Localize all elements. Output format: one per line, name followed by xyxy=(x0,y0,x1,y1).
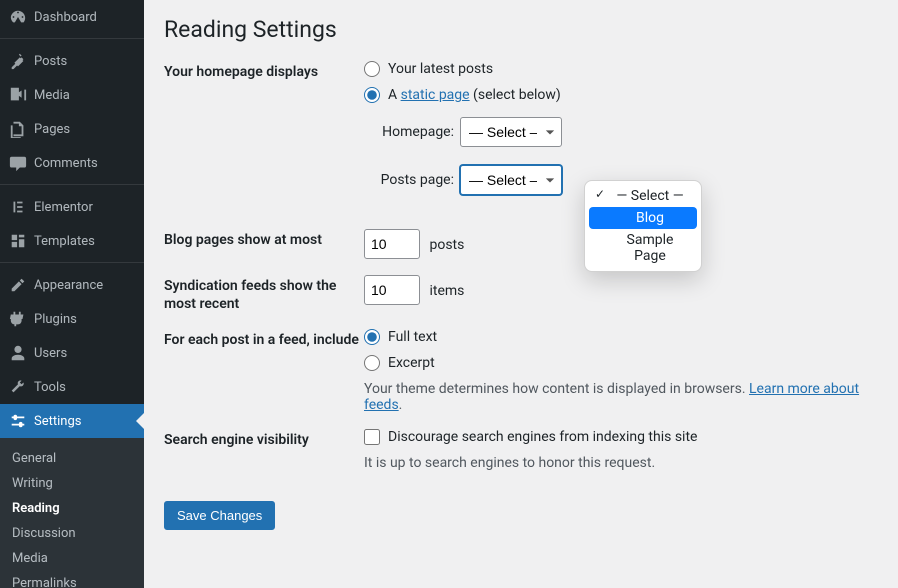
settings-icon xyxy=(8,411,28,431)
admin-sidebar: Dashboard Posts Media Pages Comments Elemento… xyxy=(0,0,144,588)
sidebar-label: Templates xyxy=(34,234,95,249)
sidebar-item-elementor[interactable]: Elementor xyxy=(0,190,144,224)
radio-static-page[interactable] xyxy=(364,87,380,103)
label-static-page: A static page (select below) xyxy=(388,87,561,103)
label-latest-posts: Your latest posts xyxy=(388,61,493,77)
label-full-text: Full text xyxy=(388,329,437,345)
comments-icon xyxy=(8,153,28,173)
sidebar-item-dashboard[interactable]: Dashboard xyxy=(0,0,144,34)
sidebar-item-comments[interactable]: Comments xyxy=(0,146,144,180)
pin-icon xyxy=(8,51,28,71)
sidebar-label: Comments xyxy=(34,156,98,171)
sidebar-label: Settings xyxy=(34,414,81,429)
static-page-link[interactable]: static page xyxy=(401,87,470,103)
sidebar-item-appearance[interactable]: Appearance xyxy=(0,268,144,302)
sidebar-item-settings[interactable]: Settings xyxy=(0,404,144,438)
posts-page-dropdown: — Select —BlogSample Page xyxy=(584,180,702,272)
sidebar-label: Appearance xyxy=(34,278,103,293)
save-changes-button[interactable]: Save Changes xyxy=(164,501,275,530)
page-title: Reading Settings xyxy=(164,16,878,43)
plugins-icon xyxy=(8,309,28,329)
desc-feed-theme: Your theme determines how content is dis… xyxy=(364,381,878,413)
radio-latest-posts[interactable] xyxy=(364,61,380,77)
sidebar-label: Elementor xyxy=(34,200,93,215)
submenu-item-permalinks[interactable]: Permalinks xyxy=(0,571,144,588)
input-blog-pages[interactable] xyxy=(364,229,420,259)
sidebar-item-tools[interactable]: Tools xyxy=(0,370,144,404)
submenu-item-media[interactable]: Media xyxy=(0,546,144,571)
sidebar-label: Plugins xyxy=(34,312,77,327)
sidebar-item-pages[interactable]: Pages xyxy=(0,112,144,146)
submenu-item-general[interactable]: General xyxy=(0,446,144,471)
label-discourage-search: Discourage search engines from indexing … xyxy=(388,429,697,445)
appearance-icon xyxy=(8,275,28,295)
submenu-item-discussion[interactable]: Discussion xyxy=(0,521,144,546)
sidebar-item-posts[interactable]: Posts xyxy=(0,44,144,78)
checkbox-discourage-search[interactable] xyxy=(364,429,380,445)
tools-icon xyxy=(8,377,28,397)
desc-search-honor: It is up to search engines to honor this… xyxy=(364,455,878,471)
dashboard-icon xyxy=(8,7,28,27)
select-homepage[interactable]: — Select — xyxy=(460,117,562,147)
dropdown-option-sample-page[interactable]: Sample Page xyxy=(589,229,697,267)
submenu-item-writing[interactable]: Writing xyxy=(0,471,144,496)
suffix-posts: posts xyxy=(429,237,464,253)
sidebar-item-users[interactable]: Users xyxy=(0,336,144,370)
pages-icon xyxy=(8,119,28,139)
sidebar-label: Users xyxy=(34,346,67,361)
sidebar-label: Dashboard xyxy=(34,10,97,25)
label-syndication: Syndication feeds show the most recent xyxy=(164,275,364,313)
templates-icon xyxy=(8,231,28,251)
submenu-item-reading[interactable]: Reading xyxy=(0,496,144,521)
settings-submenu: GeneralWritingReadingDiscussionMediaPerm… xyxy=(0,438,144,588)
label-homepage-displays: Your homepage displays xyxy=(164,61,364,81)
label-excerpt: Excerpt xyxy=(388,355,435,371)
elementor-icon xyxy=(8,197,28,217)
sidebar-item-plugins[interactable]: Plugins xyxy=(0,302,144,336)
label-feed-content: For each post in a feed, include xyxy=(164,329,364,349)
label-homepage: Homepage: xyxy=(364,124,454,140)
select-posts-page[interactable]: — Select — xyxy=(460,165,562,195)
label-search-visibility: Search engine visibility xyxy=(164,429,364,449)
sidebar-label: Posts xyxy=(34,54,67,69)
dropdown-option-blog[interactable]: Blog xyxy=(589,207,697,229)
label-posts-page: Posts page: xyxy=(364,172,454,188)
sidebar-item-media[interactable]: Media xyxy=(0,78,144,112)
users-icon xyxy=(8,343,28,363)
main-content: Reading Settings Your homepage displays … xyxy=(144,0,898,588)
sidebar-item-templates[interactable]: Templates xyxy=(0,224,144,258)
radio-full-text[interactable] xyxy=(364,329,380,345)
suffix-items: items xyxy=(429,283,464,299)
sidebar-label: Pages xyxy=(34,122,70,137)
dropdown-option-none[interactable]: — Select — xyxy=(589,185,697,207)
sidebar-label: Tools xyxy=(34,380,66,395)
label-blog-pages: Blog pages show at most xyxy=(164,229,364,249)
input-syndication[interactable] xyxy=(364,275,420,305)
sidebar-label: Media xyxy=(34,88,70,103)
media-icon xyxy=(8,85,28,105)
radio-excerpt[interactable] xyxy=(364,355,380,371)
